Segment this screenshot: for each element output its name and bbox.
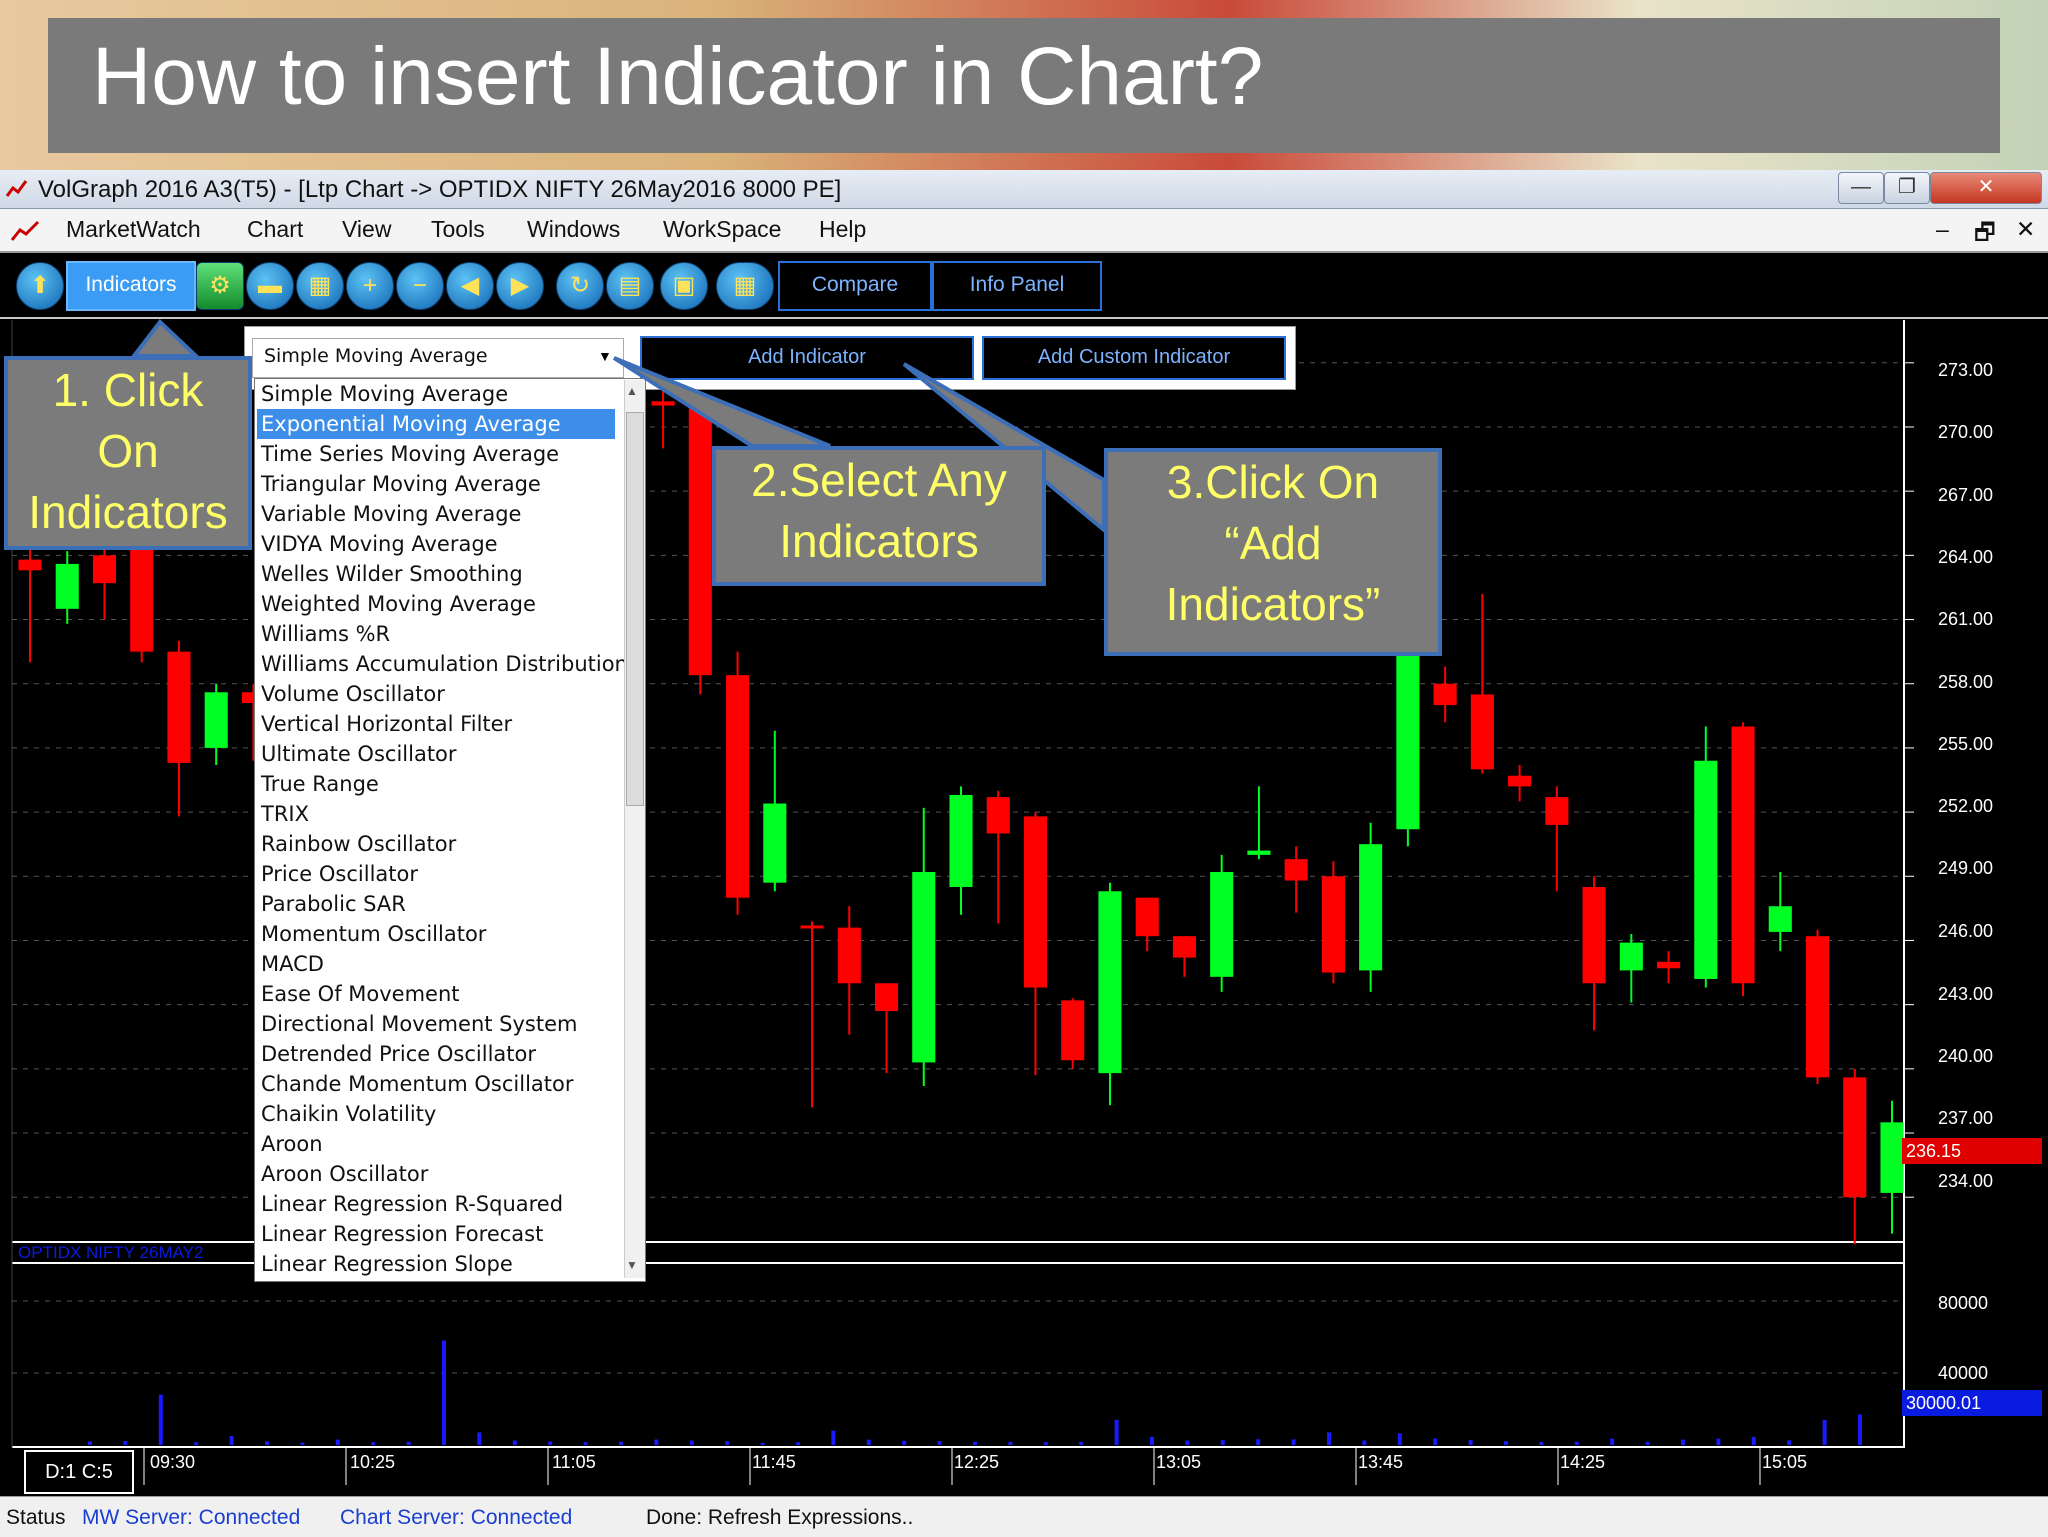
callout-line: Indicators	[779, 515, 979, 567]
mw-server-status: MW Server: Connected	[82, 1506, 301, 1529]
callout-line: On	[97, 425, 159, 477]
callout-line: 1. Click	[52, 364, 204, 416]
callout-line: 2.Select Any	[751, 454, 1007, 506]
chart-server-status: Chart Server: Connected	[340, 1506, 573, 1529]
status-message: Done: Refresh Expressions..	[646, 1506, 914, 1529]
callout-2-pointer	[612, 356, 831, 448]
status-label: Status	[6, 1506, 66, 1529]
callout-step-1: 1. Click On Indicators	[4, 356, 252, 550]
callout-line: Indicators”	[1165, 578, 1381, 630]
callout-step-3: 3.Click On “Add Indicators”	[1104, 448, 1442, 656]
callout-line: “Add	[1224, 517, 1322, 569]
callout-arrows	[129, 319, 1106, 535]
callout-step-2: 2.Select Any Indicators	[712, 446, 1046, 586]
callout-1-pointer	[129, 319, 202, 358]
callout-line: 3.Click On	[1166, 456, 1380, 508]
status-bar	[0, 1496, 2048, 1537]
callout-line: Indicators	[28, 486, 228, 538]
